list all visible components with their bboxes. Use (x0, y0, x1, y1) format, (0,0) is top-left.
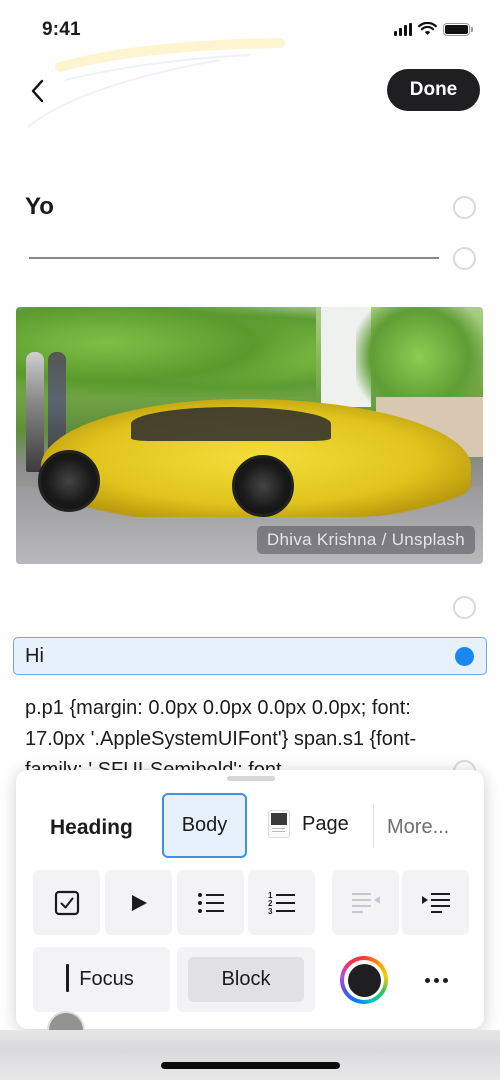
outdent-icon (351, 892, 380, 913)
page-icon (268, 810, 290, 838)
ellipsis-icon (424, 977, 430, 983)
text-style-row: Heading Body Page More... (16, 792, 484, 860)
block-selected-indicator[interactable] (455, 647, 474, 666)
style-page-button[interactable]: Page (268, 810, 349, 838)
toggle-button[interactable] (105, 870, 172, 935)
block-text: Hi (25, 645, 44, 667)
style-more-button[interactable]: More... (387, 816, 449, 839)
block-select-circle[interactable] (453, 247, 476, 270)
style-body-button[interactable]: Body (162, 793, 247, 858)
text-block[interactable]: p.p1 {margin: 0.0px 0.0px 0.0px 0.0px; f… (25, 693, 445, 773)
numbered-list-button[interactable]: 1 2 3 (248, 870, 315, 935)
editor-screen: 9:41 Done Yo Dhiva Krishna / Unsplash Hi… (0, 0, 500, 1080)
text-color-button[interactable] (340, 956, 388, 1004)
document-title[interactable]: Yo (25, 193, 54, 221)
style-page-label: Page (302, 812, 349, 835)
selected-text-block[interactable]: Hi (13, 637, 487, 675)
block-select-circle[interactable] (453, 196, 476, 219)
back-button[interactable] (22, 76, 52, 106)
svg-text:3: 3 (268, 907, 273, 915)
color-swatch (347, 963, 381, 997)
focus-button[interactable]: Focus (33, 947, 170, 1012)
format-panel: Heading Body Page More... 1 2 3 Focus Bl… (16, 770, 484, 1029)
divider (373, 804, 374, 848)
bulleted-list-button[interactable] (177, 870, 244, 935)
outdent-button[interactable] (332, 870, 399, 935)
done-button[interactable]: Done (387, 69, 480, 111)
image-credit[interactable]: Dhiva Krishna / Unsplash (256, 526, 475, 554)
divider-block[interactable] (29, 257, 439, 259)
panel-grabber[interactable] (227, 776, 275, 781)
bulleted-list-icon (197, 892, 224, 913)
checkbox-button[interactable] (33, 870, 100, 935)
chevron-left-icon (31, 79, 44, 103)
home-bar-area (0, 1030, 500, 1080)
status-icons (394, 22, 473, 36)
block-label: Block (188, 957, 304, 1002)
wifi-icon (418, 22, 437, 35)
block-select-circle[interactable] (453, 596, 476, 619)
ink-scribble (27, 38, 285, 128)
play-triangle-icon (131, 894, 147, 911)
numbered-list-icon: 1 2 3 (268, 891, 295, 915)
status-time: 9:41 (42, 19, 81, 40)
battery-icon (443, 22, 473, 36)
image-block[interactable]: Dhiva Krishna / Unsplash (16, 307, 483, 564)
focus-label: Focus (79, 968, 134, 990)
block-button[interactable]: Block (177, 947, 315, 1012)
home-indicator[interactable] (161, 1062, 340, 1069)
indent-icon (421, 892, 450, 913)
checkbox-icon (54, 890, 79, 915)
more-options-button[interactable] (416, 965, 456, 995)
cellular-signal-icon (394, 22, 412, 36)
indent-button[interactable] (402, 870, 469, 935)
style-heading-button[interactable]: Heading (50, 816, 133, 840)
